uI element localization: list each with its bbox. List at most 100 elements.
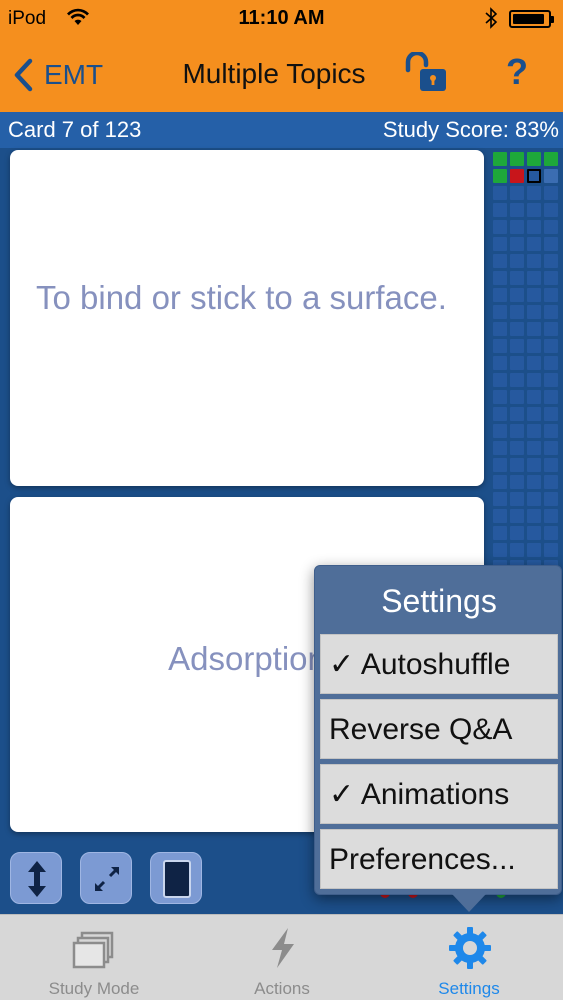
help-button[interactable]: ? — [502, 52, 532, 92]
progress-cell[interactable] — [544, 373, 558, 387]
progress-cell[interactable] — [527, 543, 541, 557]
tab-actions[interactable]: Actions — [188, 915, 376, 1000]
current-card-cell[interactable] — [527, 169, 541, 183]
progress-cell[interactable] — [493, 152, 507, 166]
progress-cell[interactable] — [544, 254, 558, 268]
progress-cell[interactable] — [527, 288, 541, 302]
progress-cell[interactable] — [510, 441, 524, 455]
progress-cell[interactable] — [510, 237, 524, 251]
progress-cell[interactable] — [544, 492, 558, 506]
progress-cell[interactable] — [510, 220, 524, 234]
progress-cell[interactable] — [527, 526, 541, 540]
progress-cell[interactable] — [544, 407, 558, 421]
progress-cell[interactable] — [510, 305, 524, 319]
progress-cell[interactable] — [493, 407, 507, 421]
progress-cell[interactable] — [493, 424, 507, 438]
autoshuffle-option[interactable]: ✓ Autoshuffle — [320, 634, 558, 694]
progress-cell[interactable] — [544, 509, 558, 523]
progress-cell[interactable] — [493, 458, 507, 472]
progress-cell[interactable] — [493, 305, 507, 319]
progress-cell[interactable] — [493, 322, 507, 336]
progress-cell[interactable] — [544, 186, 558, 200]
progress-cell[interactable] — [544, 526, 558, 540]
progress-cell[interactable] — [510, 356, 524, 370]
progress-cell[interactable] — [510, 288, 524, 302]
card-view-button[interactable] — [150, 852, 202, 904]
progress-cell[interactable] — [510, 492, 524, 506]
progress-cell[interactable] — [510, 373, 524, 387]
question-card[interactable]: To bind or stick to a surface. — [10, 150, 484, 486]
progress-cell[interactable] — [493, 373, 507, 387]
progress-cell[interactable] — [510, 407, 524, 421]
progress-cell[interactable] — [527, 237, 541, 251]
progress-cell[interactable] — [544, 475, 558, 489]
progress-cell[interactable] — [527, 407, 541, 421]
progress-cell[interactable] — [527, 254, 541, 268]
progress-cell[interactable] — [493, 526, 507, 540]
progress-cell[interactable] — [544, 203, 558, 217]
progress-cell[interactable] — [527, 305, 541, 319]
progress-cell[interactable] — [527, 152, 541, 166]
progress-cell[interactable] — [493, 441, 507, 455]
unlock-icon[interactable] — [402, 52, 450, 94]
progress-cell[interactable] — [510, 203, 524, 217]
progress-cell[interactable] — [493, 475, 507, 489]
progress-cell[interactable] — [544, 424, 558, 438]
progress-cell[interactable] — [493, 220, 507, 234]
progress-cell[interactable] — [527, 441, 541, 455]
progress-cell[interactable] — [510, 475, 524, 489]
progress-cell[interactable] — [527, 390, 541, 404]
reverse-qa-option[interactable]: Reverse Q&A — [320, 699, 558, 759]
progress-cell[interactable] — [510, 186, 524, 200]
progress-cell[interactable] — [527, 356, 541, 370]
progress-cell[interactable] — [493, 254, 507, 268]
progress-cell[interactable] — [510, 390, 524, 404]
progress-cell[interactable] — [527, 458, 541, 472]
animations-option[interactable]: ✓ Animations — [320, 764, 558, 824]
progress-cell[interactable] — [510, 526, 524, 540]
preferences-option[interactable]: Preferences... — [320, 829, 558, 889]
progress-cell[interactable] — [493, 543, 507, 557]
progress-cell[interactable] — [544, 543, 558, 557]
progress-cell[interactable] — [544, 441, 558, 455]
progress-cell[interactable] — [493, 390, 507, 404]
progress-cell[interactable] — [510, 271, 524, 285]
progress-cell[interactable] — [493, 288, 507, 302]
tab-study-mode[interactable]: Study Mode — [0, 915, 188, 1000]
progress-cell[interactable] — [527, 203, 541, 217]
progress-cell[interactable] — [544, 237, 558, 251]
progress-cell[interactable] — [493, 492, 507, 506]
progress-cell[interactable] — [527, 475, 541, 489]
progress-cell[interactable] — [544, 220, 558, 234]
progress-cell[interactable] — [510, 339, 524, 353]
progress-cell[interactable] — [527, 509, 541, 523]
progress-cell[interactable] — [527, 271, 541, 285]
progress-cell[interactable] — [527, 424, 541, 438]
progress-cell[interactable] — [527, 373, 541, 387]
progress-cell[interactable] — [544, 152, 558, 166]
progress-cell[interactable] — [544, 169, 558, 183]
progress-cell[interactable] — [493, 339, 507, 353]
progress-cell[interactable] — [544, 390, 558, 404]
flip-button[interactable] — [10, 852, 62, 904]
progress-cell[interactable] — [527, 186, 541, 200]
progress-cell[interactable] — [544, 356, 558, 370]
progress-cell[interactable] — [527, 220, 541, 234]
progress-cell[interactable] — [527, 339, 541, 353]
progress-cell[interactable] — [527, 492, 541, 506]
progress-cell[interactable] — [510, 458, 524, 472]
progress-cell[interactable] — [493, 203, 507, 217]
progress-cell[interactable] — [493, 169, 507, 183]
progress-cell[interactable] — [493, 271, 507, 285]
progress-cell[interactable] — [493, 237, 507, 251]
progress-cell[interactable] — [510, 322, 524, 336]
progress-cell[interactable] — [493, 186, 507, 200]
progress-cell[interactable] — [510, 169, 524, 183]
progress-cell[interactable] — [510, 254, 524, 268]
expand-button[interactable] — [80, 852, 132, 904]
progress-cell[interactable] — [544, 305, 558, 319]
progress-cell[interactable] — [510, 509, 524, 523]
progress-cell[interactable] — [544, 458, 558, 472]
progress-cell[interactable] — [527, 322, 541, 336]
progress-cell[interactable] — [544, 339, 558, 353]
